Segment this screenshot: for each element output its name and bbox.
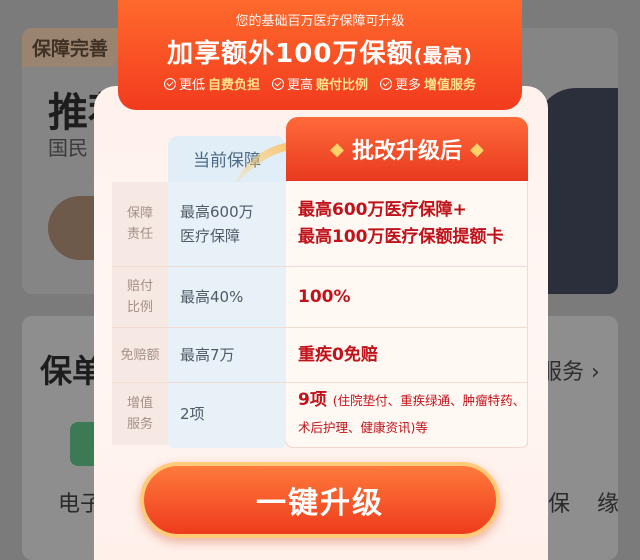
- current-value: 最高600万 医疗保障: [168, 182, 286, 266]
- background-service-link: 服务 ›: [540, 360, 600, 385]
- background-badge: 保障完善: [22, 28, 119, 67]
- banner-headline-suffix: (最高): [413, 45, 473, 67]
- table-row: 增值 服务 2项 9项 (住院垫付、重疾绿通、肿瘤特药、术后护理、健康资讯)等: [112, 382, 528, 445]
- feature-highlight: 赔付比例: [316, 78, 369, 93]
- current-value: 最高40%: [168, 267, 286, 327]
- check-circle-icon: [163, 77, 176, 90]
- diamond-icon: ◆: [470, 138, 484, 160]
- upgrade-banner: 您的基础百万医疗保障可升级 加享额外100万保额(最高) 更低 自费负担 更高 赔付…: [118, 0, 522, 110]
- feature-item: 更高 赔付比例: [271, 74, 369, 93]
- check-circle-icon: [380, 77, 393, 90]
- current-value: 最高7万: [168, 328, 286, 382]
- upgraded-value: 最高600万医疗保障+ 最高100万医疗保额提额卡: [286, 182, 528, 266]
- feature-highlight: 增值服务: [424, 78, 477, 93]
- banner-headline: 加享额外100万保额(最高): [118, 33, 522, 70]
- table-row: 赔付 比例 最高40% 100%: [112, 266, 528, 327]
- upgraded-column-footer: [286, 442, 528, 448]
- background-text-right: 保 缘: [548, 492, 629, 517]
- feature-prefix: 更多: [395, 78, 422, 93]
- table-footer: [112, 442, 528, 448]
- feature-item: 更多 增值服务: [380, 74, 476, 93]
- feature-prefix: 更低: [178, 78, 205, 93]
- upgraded-value: 100%: [286, 267, 528, 327]
- background-subtitle: 国民: [48, 136, 88, 160]
- one-click-upgrade-button[interactable]: 一键升级: [140, 462, 500, 538]
- background-person-image: [536, 88, 618, 294]
- service-list: (住院垫付、重疾绿通、肿瘤特药、术后护理、健康资讯)等: [298, 393, 526, 435]
- feature-prefix: 更高: [286, 78, 313, 93]
- table-row: 免赔额 最高7万 重疾0免赔: [112, 327, 528, 382]
- upgraded-header-label: 批改升级后: [351, 139, 462, 164]
- row-label: 增值 服务: [112, 383, 168, 445]
- upgraded-value: 9项 (住院垫付、重疾绿通、肿瘤特药、术后护理、健康资讯)等: [286, 383, 528, 445]
- upgraded-coverage-header: ◆ 批改升级后 ◆: [286, 117, 528, 181]
- diamond-icon: ◆: [330, 138, 344, 160]
- check-circle-icon: [271, 77, 284, 90]
- coverage-comparison-table: 保障 责任 最高600万 医疗保障 最高600万医疗保障+ 最高100万医疗保额…: [112, 182, 528, 445]
- banner-headline-text: 加享额外100万保额: [167, 39, 414, 69]
- upgraded-value: 重疾0免赔: [286, 328, 528, 382]
- feature-item: 更低 自费负担: [163, 74, 260, 93]
- feature-highlight: 自费负担: [207, 78, 260, 93]
- current-value: 2项: [168, 383, 286, 445]
- row-label: 保障 责任: [112, 182, 168, 266]
- banner-features: 更低 自费负担 更高 赔付比例 更多 增值服务: [118, 74, 522, 93]
- table-row: 保障 责任 最高600万 医疗保障 最高600万医疗保障+ 最高100万医疗保额…: [112, 182, 528, 266]
- banner-subtitle: 您的基础百万医疗保障可升级: [235, 14, 405, 29]
- row-label: 免赔额: [112, 328, 168, 382]
- service-count: 9项: [298, 390, 327, 410]
- current-column-footer: [168, 442, 286, 448]
- row-label: 赔付 比例: [112, 267, 168, 327]
